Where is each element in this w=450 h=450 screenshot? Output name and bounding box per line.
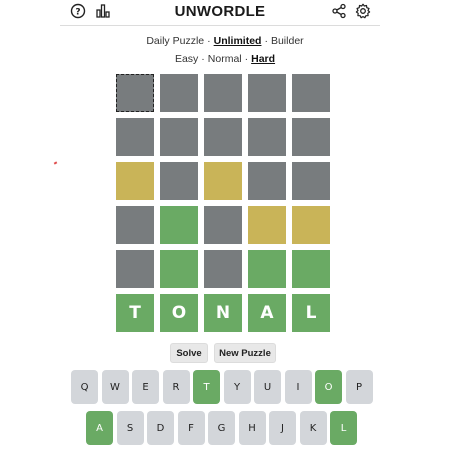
key-r[interactable]: R [162, 370, 190, 404]
board-tile[interactable] [292, 118, 330, 156]
board-tile[interactable]: L [292, 294, 330, 332]
board-tile[interactable]: T [116, 294, 154, 332]
board-tile[interactable] [160, 74, 198, 112]
board-tile[interactable] [116, 206, 154, 244]
difficulty-normal[interactable]: Normal [208, 53, 242, 65]
board-tile[interactable] [160, 118, 198, 156]
board-tile[interactable] [160, 250, 198, 288]
key-a[interactable]: A [86, 411, 113, 445]
board-tile[interactable] [248, 74, 286, 112]
key-g[interactable]: G [208, 411, 235, 445]
new-puzzle-button[interactable]: New Puzzle [214, 343, 276, 363]
app-header: ? UNWORDLE [60, 0, 380, 26]
key-q[interactable]: Q [71, 370, 98, 404]
puzzle-mode-selector: Daily Puzzle · Unlimited · Builder [146, 35, 304, 47]
board-tile[interactable] [248, 206, 286, 244]
key-s[interactable]: S [116, 411, 144, 445]
board-tile[interactable] [116, 74, 154, 112]
board-tile[interactable]: N [204, 294, 242, 332]
board-tile[interactable]: A [248, 294, 286, 332]
stray-mark [53, 161, 58, 165]
board-tile[interactable] [292, 206, 330, 244]
board-tile[interactable] [116, 118, 154, 156]
key-d[interactable]: D [147, 411, 174, 445]
board-tile[interactable] [160, 162, 198, 200]
key-w[interactable]: W [101, 370, 129, 404]
mode-daily-puzzle[interactable]: Daily Puzzle [146, 35, 204, 47]
board-tile[interactable] [204, 118, 242, 156]
board-tile[interactable] [204, 250, 242, 288]
board-tile[interactable] [204, 74, 242, 112]
key-i[interactable]: I [284, 370, 312, 404]
board-tile[interactable] [160, 206, 198, 244]
key-u[interactable]: U [254, 370, 281, 404]
key-l[interactable]: L [330, 411, 357, 445]
board-tile[interactable] [116, 162, 154, 200]
difficulty-selector: Easy · Normal · Hard [174, 53, 276, 65]
solve-button[interactable]: Solve [170, 343, 208, 363]
key-y[interactable]: Y [223, 370, 251, 404]
difficulty-hard[interactable]: Hard [251, 53, 275, 65]
share-icon[interactable] [331, 3, 347, 19]
board-tile[interactable] [292, 74, 330, 112]
key-p[interactable]: P [345, 370, 373, 404]
board-tile[interactable] [292, 162, 330, 200]
key-t[interactable]: T [193, 370, 220, 404]
key-k[interactable]: K [299, 411, 327, 445]
game-board: TONAL [116, 74, 332, 334]
key-o[interactable]: O [315, 370, 342, 404]
key-h[interactable]: H [238, 411, 266, 445]
board-tile[interactable] [116, 250, 154, 288]
key-f[interactable]: F [177, 411, 205, 445]
settings-icon[interactable] [355, 3, 371, 19]
board-tile[interactable] [292, 250, 330, 288]
mode-unlimited[interactable]: Unlimited [214, 35, 262, 47]
board-tile[interactable] [248, 118, 286, 156]
board-tile[interactable]: O [160, 294, 198, 332]
key-e[interactable]: E [132, 370, 159, 404]
board-tile[interactable] [204, 206, 242, 244]
difficulty-easy[interactable]: Easy [175, 53, 198, 65]
mode-builder[interactable]: Builder [271, 35, 304, 47]
key-j[interactable]: J [269, 411, 296, 445]
board-tile[interactable] [204, 162, 242, 200]
board-tile[interactable] [248, 162, 286, 200]
board-tile[interactable] [248, 250, 286, 288]
